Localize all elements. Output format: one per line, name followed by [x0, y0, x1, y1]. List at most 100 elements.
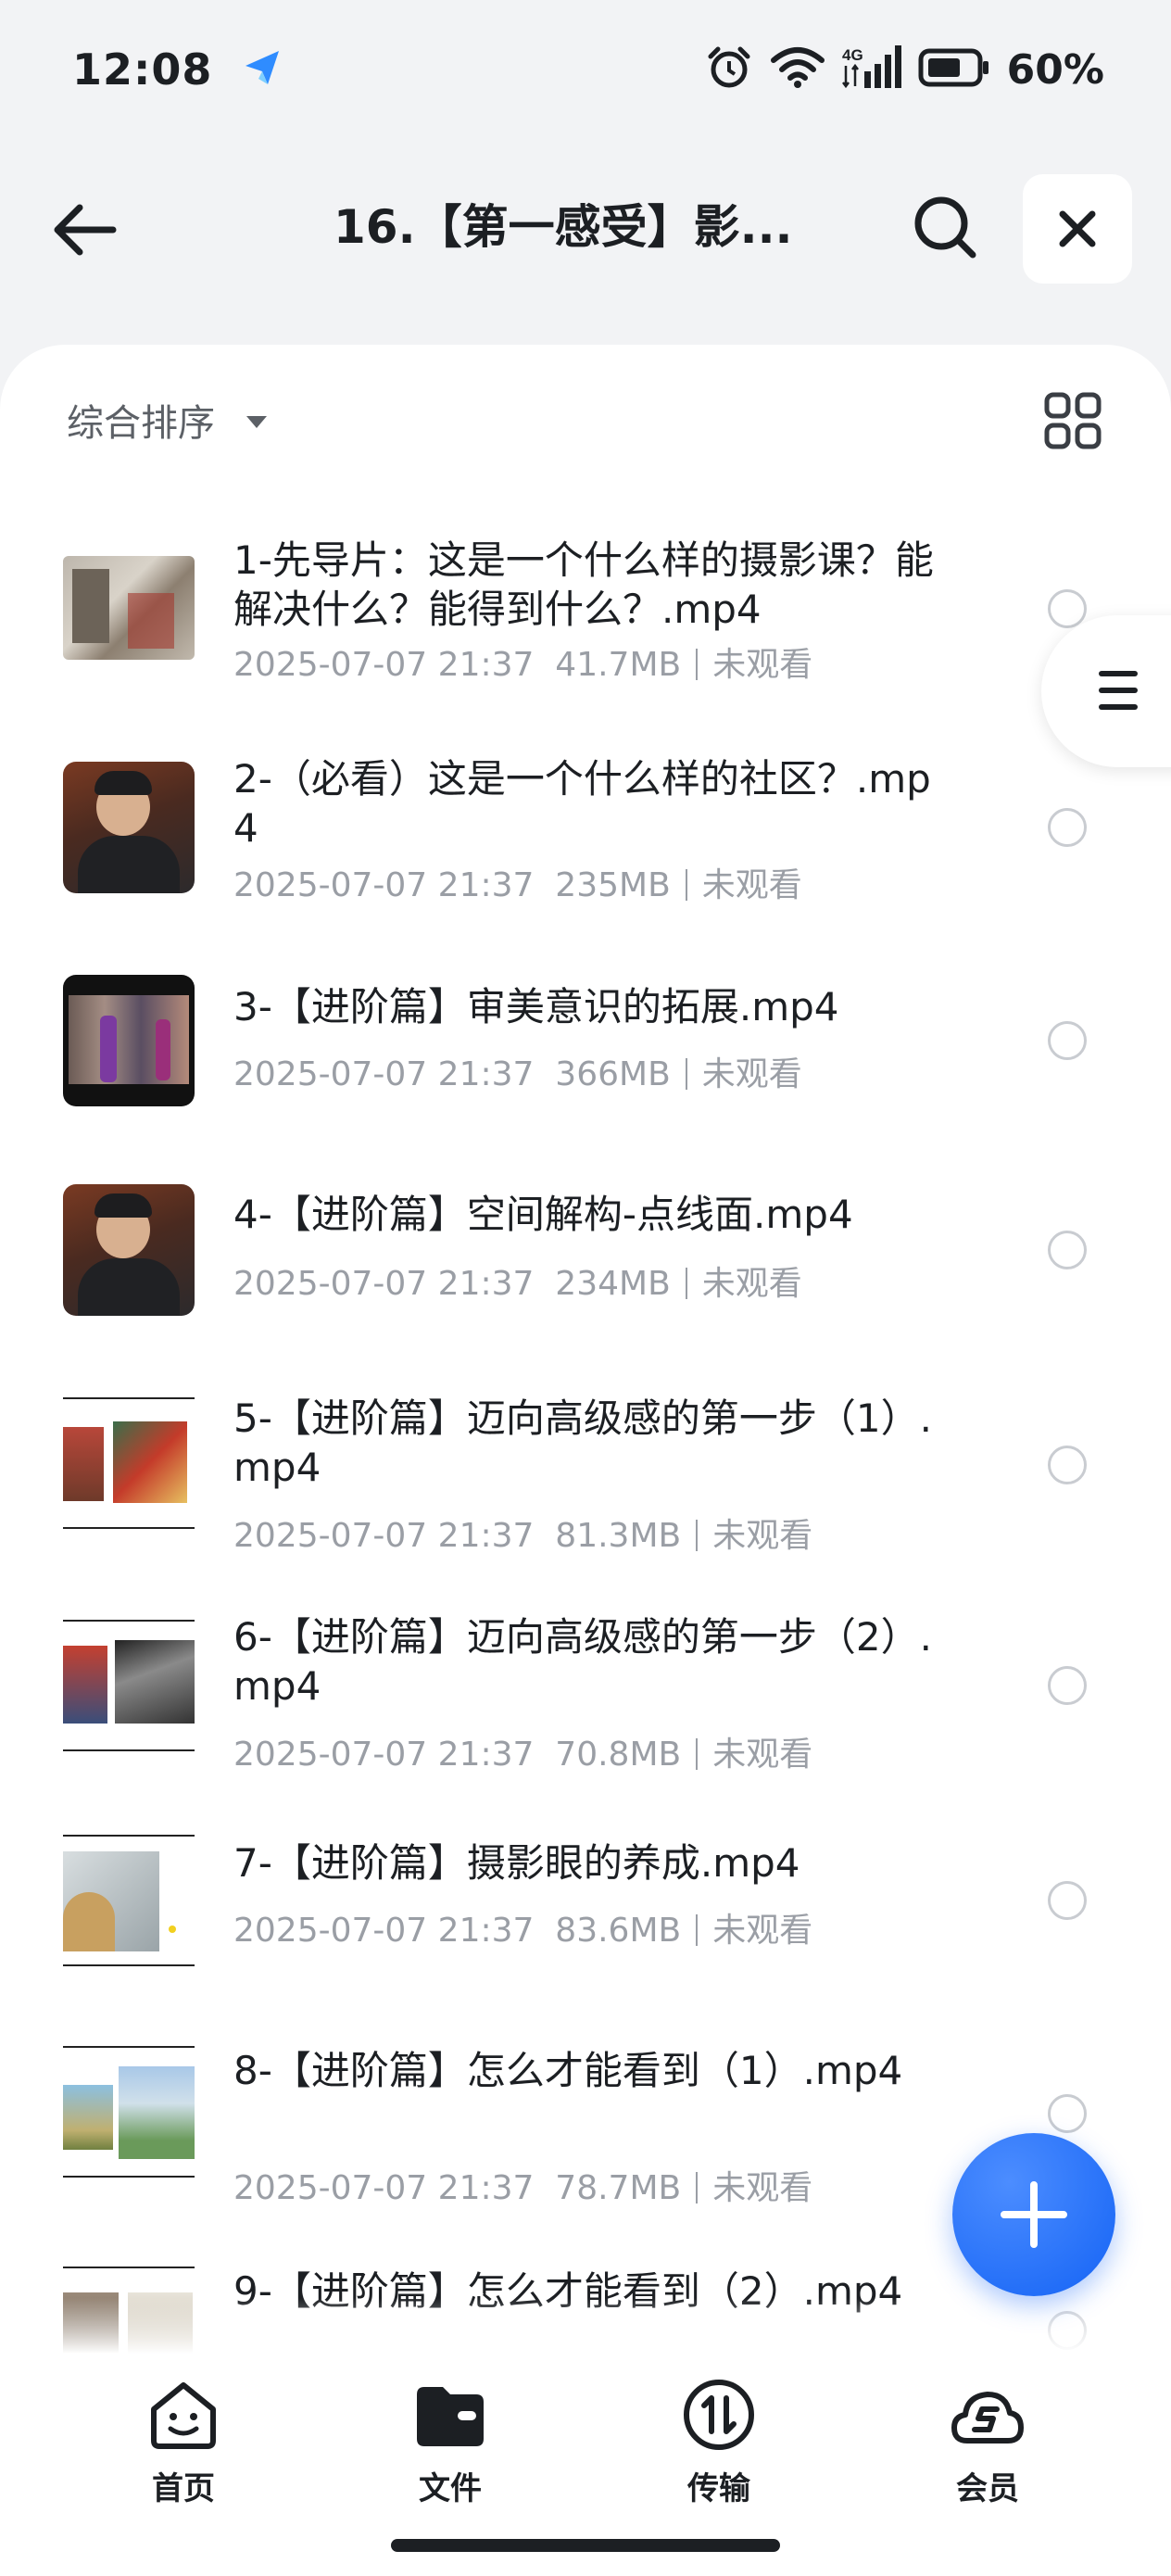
- alarm-icon: [705, 44, 753, 95]
- watch-status: 未观看: [712, 1736, 813, 1774]
- back-arrow-icon: [54, 204, 117, 256]
- status-time: 12:08: [72, 44, 213, 95]
- select-checkbox[interactable]: [1048, 808, 1087, 847]
- tab-files[interactable]: 文件: [376, 2376, 524, 2508]
- video-thumbnail: [63, 556, 195, 660]
- page-title: 16.【第一感受】影...: [334, 200, 793, 254]
- select-checkbox[interactable]: [1048, 1231, 1087, 1269]
- file-name: 6-【进阶篇】迈向高级感的第一步（2）.mp4: [233, 1614, 932, 1709]
- file-meta: 2025-07-07 21:37 78.7MB 未观看: [233, 2161, 812, 2209]
- file-row[interactable]: 7-【进阶篇】摄影眼的养成.mp4 2025-07-07 21:37 83.6M…: [0, 1835, 1171, 2020]
- file-date: 2025-07-07 21:37: [233, 2169, 535, 2207]
- app-notification-icon: [240, 45, 284, 94]
- transfer-icon: [684, 2380, 754, 2450]
- tab-transfer[interactable]: 传输: [645, 2376, 793, 2508]
- close-button[interactable]: [1023, 174, 1132, 284]
- video-thumbnail: [63, 2046, 195, 2178]
- select-checkbox[interactable]: [1048, 1446, 1087, 1484]
- file-size: 234MB: [555, 1265, 671, 1303]
- watch-status: 未观看: [712, 646, 813, 684]
- plus-icon: [1001, 2181, 1067, 2248]
- file-name: 1-先导片：这是一个什么样的摄影课？能解决什么？能得到什么？.mp4: [233, 537, 934, 632]
- tab-vip[interactable]: 会员: [913, 2376, 1062, 2508]
- watch-status: 未观看: [712, 1912, 813, 1950]
- file-row[interactable]: 3-【进阶篇】审美意识的拓展.mp4 2025-07-07 21:37 366M…: [0, 964, 1171, 1149]
- close-icon: [1059, 210, 1096, 247]
- menu-icon: [1099, 671, 1138, 721]
- file-size: 41.7MB: [555, 646, 682, 684]
- file-size: 366MB: [555, 1055, 671, 1093]
- file-row[interactable]: 4-【进阶篇】空间解构-点线面.mp4 2025-07-07 21:37 234…: [0, 1177, 1171, 1362]
- tab-label: 会员: [956, 2470, 1019, 2507]
- file-meta: 2025-07-07 21:37 235MB 未观看: [233, 858, 802, 906]
- sort-label: 综合排序: [67, 402, 215, 445]
- grid-view-button[interactable]: [1043, 391, 1102, 450]
- file-row[interactable]: 5-【进阶篇】迈向高级感的第一步（1）.mp4 2025-07-07 21:37…: [0, 1390, 1171, 1594]
- file-name: 8-【进阶篇】怎么才能看到（1）.mp4: [233, 2048, 903, 2093]
- file-name: 5-【进阶篇】迈向高级感的第一步（1）.mp4: [233, 1395, 932, 1490]
- vip-cloud-icon: [951, 2392, 1024, 2443]
- watch-status: 未观看: [701, 1055, 802, 1093]
- file-name: 2-（必看）这是一个什么样的社区？.mp4: [233, 756, 931, 851]
- caret-down-icon: [246, 415, 267, 428]
- file-size: 83.6MB: [555, 1912, 682, 1950]
- video-thumbnail: [63, 1620, 195, 1751]
- header: 16.【第一感受】影...: [0, 167, 1171, 287]
- home-face-icon: [151, 2382, 216, 2449]
- file-name: 4-【进阶篇】空间解构-点线面.mp4: [233, 1192, 853, 1237]
- select-checkbox[interactable]: [1048, 1881, 1087, 1920]
- meta-divider: [685, 1058, 687, 1090]
- file-meta: 2025-07-07 21:37 41.7MB 未观看: [233, 638, 812, 686]
- file-date: 2025-07-07 21:37: [233, 1517, 535, 1555]
- meta-divider: [696, 2172, 699, 2203]
- status-bar: 12:08 4G 60%: [0, 0, 1171, 139]
- tab-label: 文件: [419, 2470, 482, 2507]
- file-row[interactable]: 1-先导片：这是一个什么样的摄影课？能解决什么？能得到什么？.mp4 2025-…: [0, 519, 1171, 704]
- tab-label: 传输: [687, 2470, 750, 2507]
- select-checkbox[interactable]: [1048, 2094, 1087, 2133]
- file-date: 2025-07-07 21:37: [233, 1912, 535, 1950]
- meta-divider: [696, 1520, 699, 1551]
- video-thumbnail: [63, 975, 195, 1106]
- home-indicator[interactable]: [391, 2539, 780, 2552]
- file-size: 78.7MB: [555, 2169, 682, 2207]
- tab-label: 首页: [152, 2470, 215, 2507]
- search-button[interactable]: [908, 190, 982, 264]
- file-date: 2025-07-07 21:37: [233, 646, 535, 684]
- search-icon: [914, 196, 976, 259]
- select-checkbox[interactable]: [1048, 1666, 1087, 1705]
- file-size: 70.8MB: [555, 1736, 682, 1774]
- meta-divider: [696, 1738, 699, 1770]
- file-date: 2025-07-07 21:37: [233, 866, 535, 904]
- watch-status: 未观看: [701, 1265, 802, 1303]
- sort-dropdown[interactable]: 综合排序: [67, 393, 267, 447]
- select-checkbox[interactable]: [1048, 1021, 1087, 1060]
- file-date: 2025-07-07 21:37: [233, 1055, 535, 1093]
- file-meta: 2025-07-07 21:37 83.6MB 未观看: [233, 1903, 812, 1951]
- meta-divider: [696, 1914, 699, 1946]
- folder-icon: [417, 2387, 484, 2446]
- select-checkbox[interactable]: [1048, 589, 1087, 628]
- file-size: 81.3MB: [555, 1517, 682, 1555]
- video-thumbnail: [63, 1184, 195, 1316]
- watch-status: 未观看: [712, 1517, 813, 1555]
- file-row[interactable]: 2-（必看）这是一个什么样的社区？.mp4 2025-07-07 21:37 2…: [0, 741, 1171, 927]
- watch-status: 未观看: [701, 866, 802, 904]
- file-size: 235MB: [555, 866, 671, 904]
- file-date: 2025-07-07 21:37: [233, 1736, 535, 1774]
- list-fade: [0, 2298, 1171, 2354]
- battery-icon: [918, 47, 990, 92]
- watch-status: 未观看: [712, 2169, 813, 2207]
- meta-divider: [685, 1268, 687, 1299]
- add-button[interactable]: [952, 2133, 1115, 2296]
- network-type: 4G: [842, 46, 863, 64]
- file-date: 2025-07-07 21:37: [233, 1265, 535, 1303]
- cellular-signal-icon: 4G: [841, 44, 901, 95]
- back-button[interactable]: [48, 193, 122, 267]
- wifi-icon: [770, 45, 825, 94]
- video-thumbnail: [63, 1835, 195, 1966]
- file-name: 7-【进阶篇】摄影眼的养成.mp4: [233, 1840, 800, 1886]
- file-row[interactable]: 6-【进阶篇】迈向高级感的第一步（2）.mp4 2025-07-07 21:37…: [0, 1612, 1171, 1816]
- tab-home[interactable]: 首页: [109, 2376, 258, 2508]
- video-thumbnail: [63, 762, 195, 893]
